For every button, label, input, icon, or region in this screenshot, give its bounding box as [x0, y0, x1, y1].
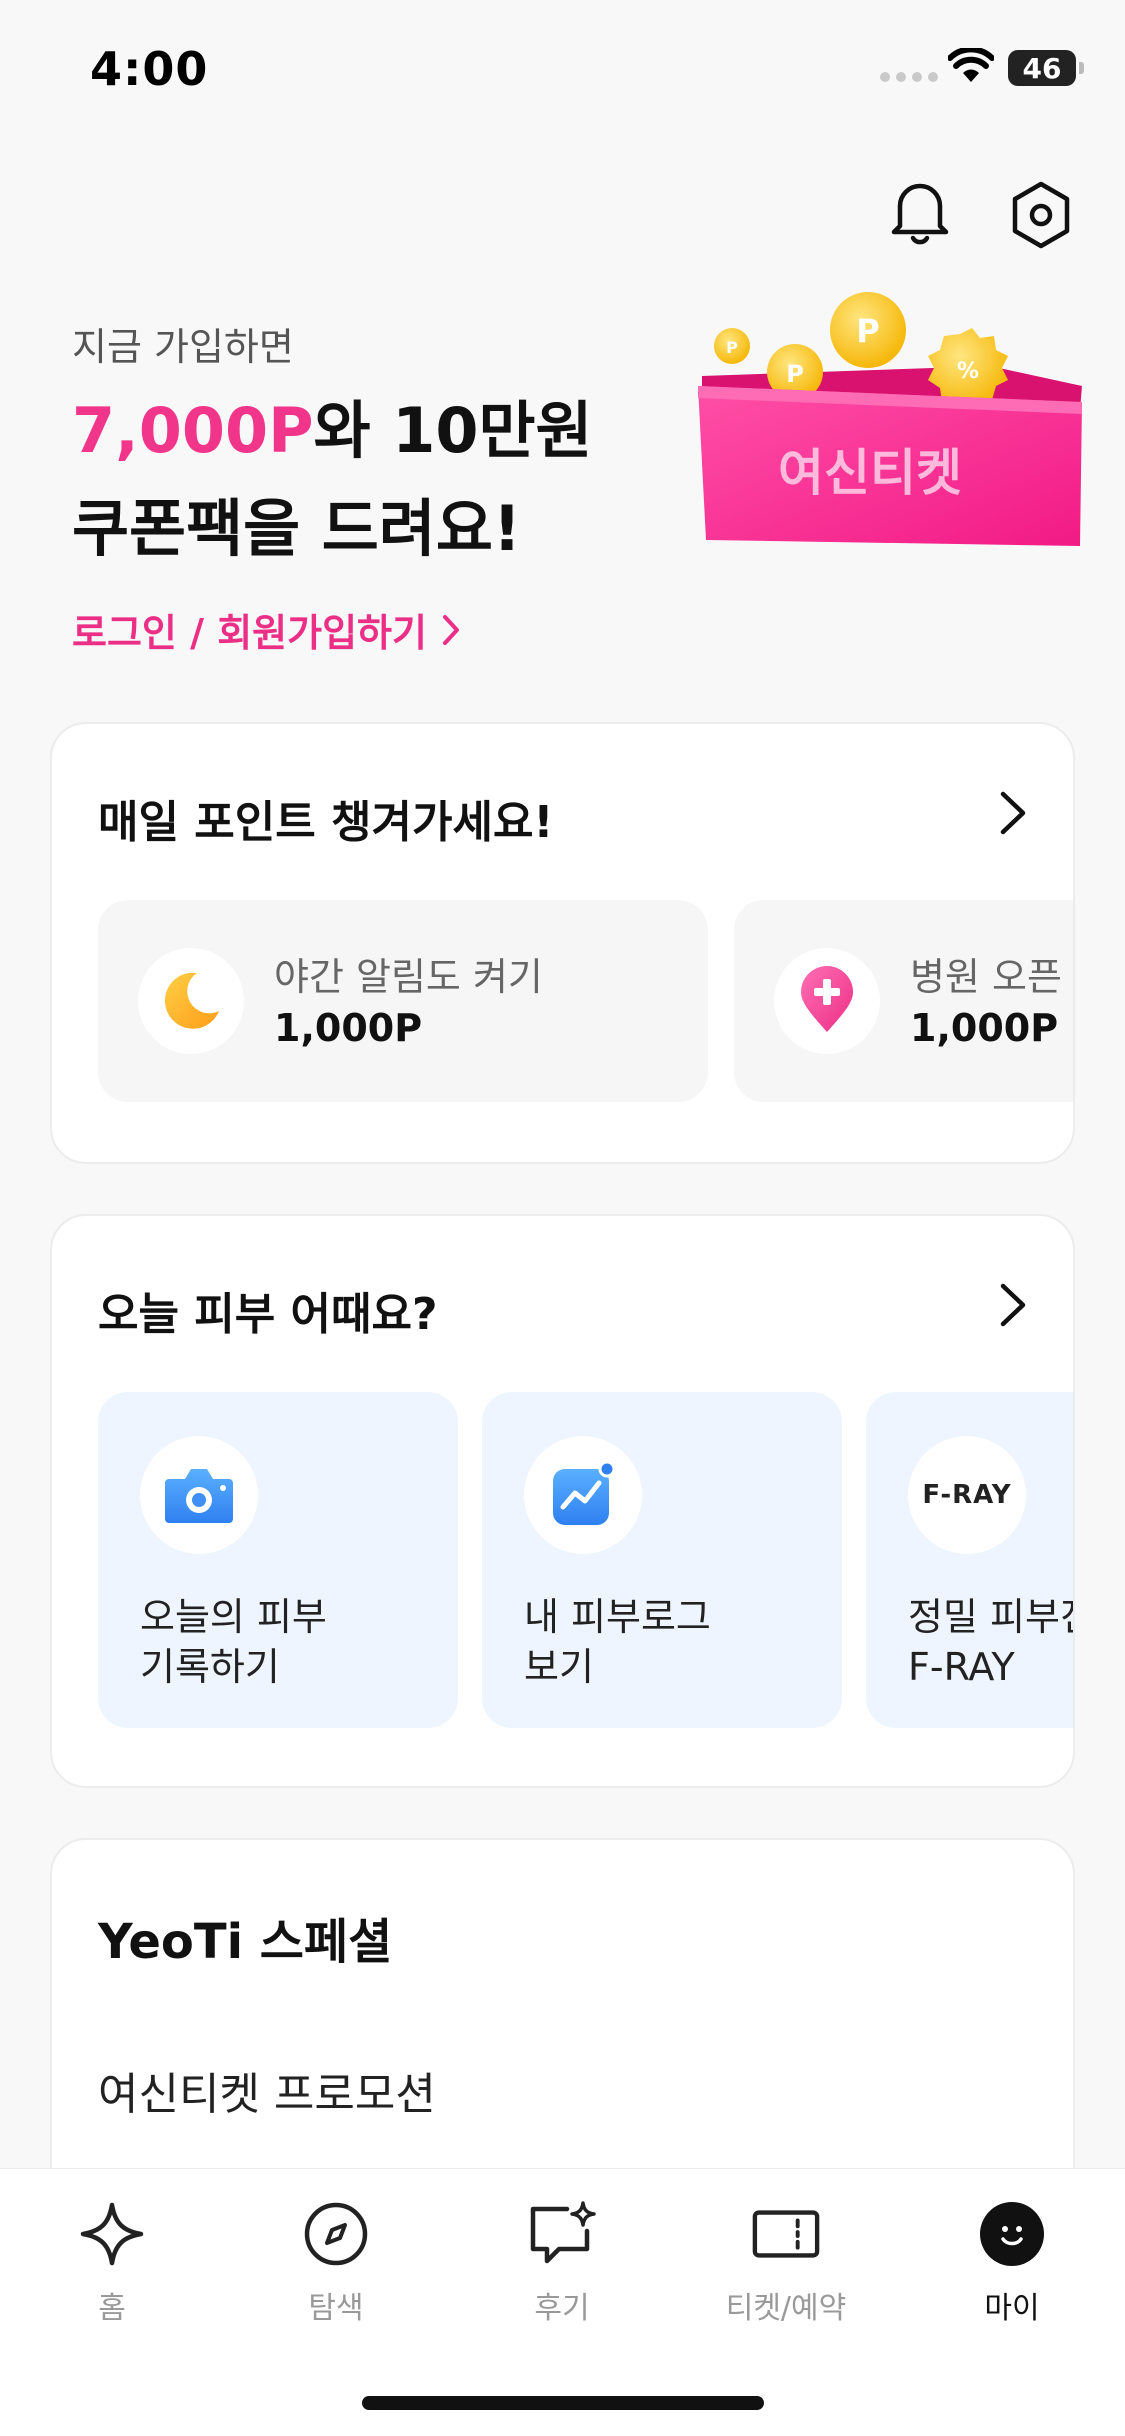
- login-signup-label: 로그인 / 회원가입하기: [72, 611, 427, 655]
- skin-today-title: 오늘 피부 어때요?: [98, 1289, 438, 1340]
- ticket-icon: [751, 2199, 821, 2269]
- tab-label: 후기: [534, 2291, 590, 2326]
- skin-today-card: 오늘 피부 어때요? 오늘의 피부 기록하기 내 피부로그 보기 F-RAY 정…: [50, 1214, 1075, 1788]
- battery-icon: 46: [1008, 50, 1084, 86]
- sparkle-icon: [77, 2199, 147, 2269]
- tab-label: 마이: [984, 2291, 1040, 2326]
- promo-headline-2: 쿠폰팩을 드려요!: [72, 492, 522, 565]
- moon-icon: [138, 948, 244, 1054]
- svg-text:%: %: [957, 359, 979, 384]
- bell-icon[interactable]: [886, 176, 954, 248]
- tab-reviews[interactable]: 후기: [472, 2199, 652, 2339]
- camera-icon: [140, 1436, 258, 1554]
- point-task-night-alert[interactable]: 야간 알림도 켜기 1,000P: [98, 900, 708, 1102]
- point-task-value: 1,000P: [910, 1006, 1059, 1050]
- promo-headline-1: 7,000P와 10만원: [72, 380, 593, 470]
- box-brand-text: 여신티켓: [778, 444, 962, 502]
- fray-logo-text: F-RAY: [922, 1480, 1012, 1510]
- skin-item-line2: F-RAY: [908, 1645, 1015, 1689]
- daily-points-title: 매일 포인트 챙겨가세요!: [98, 797, 554, 848]
- skin-item-line1: 내 피부로그: [524, 1595, 711, 1639]
- status-bar: 4:00 46: [0, 0, 1125, 140]
- skin-record-today[interactable]: 오늘의 피부 기록하기: [98, 1392, 458, 1728]
- profile-icon: [977, 2199, 1047, 2269]
- chart-icon: [524, 1436, 642, 1554]
- compass-icon: [301, 2199, 371, 2269]
- tab-label: 홈: [98, 2291, 126, 2326]
- point-task-hospital-open[interactable]: 병원 오픈 알 1,000P: [734, 900, 1073, 1102]
- skin-fray-diagnosis[interactable]: F-RAY 정밀 피부진 F-RAY: [866, 1392, 1073, 1728]
- promo-points-highlight: 7,000P: [72, 394, 314, 467]
- hospital-pin-icon: [774, 948, 880, 1054]
- skin-item-line1: 정밀 피부진: [908, 1595, 1073, 1639]
- chevron-right-icon: [442, 614, 459, 645]
- skin-item-line2: 기록하기: [140, 1645, 280, 1689]
- point-task-label: 야간 알림도 켜기: [274, 955, 543, 999]
- skin-item-line2: 보기: [524, 1645, 594, 1689]
- skin-item-text: 오늘의 피부 기록하기: [140, 1592, 327, 1692]
- tab-home[interactable]: 홈: [22, 2199, 202, 2339]
- cellular-signal-icon: [880, 72, 938, 82]
- review-icon: [527, 2199, 597, 2269]
- svg-text:P: P: [786, 360, 804, 388]
- skin-item-text: 정밀 피부진 F-RAY: [908, 1592, 1073, 1692]
- daily-points-card: 매일 포인트 챙겨가세요! 야간 알림도 켜기 1,000P 병원 오픈 알 1…: [50, 722, 1075, 1164]
- status-time: 4:00: [90, 42, 209, 96]
- tab-label: 탐색: [308, 2291, 364, 2326]
- svg-text:P: P: [856, 312, 879, 350]
- svg-text:P: P: [726, 338, 738, 357]
- skin-item-line1: 오늘의 피부: [140, 1595, 327, 1639]
- promo-subtitle: 지금 가입하면: [72, 325, 294, 369]
- point-task-label: 병원 오픈 알: [910, 955, 1073, 999]
- wifi-icon: [948, 48, 994, 82]
- chevron-right-icon[interactable]: [993, 1280, 1033, 1330]
- skin-item-text: 내 피부로그 보기: [524, 1592, 711, 1692]
- yeoti-special-title: YeoTi 스페셜: [98, 1914, 393, 1970]
- home-indicator: [362, 2396, 764, 2410]
- tab-explore[interactable]: 탐색: [246, 2199, 426, 2339]
- fray-logo: F-RAY: [908, 1436, 1026, 1554]
- settings-icon[interactable]: [1004, 178, 1078, 252]
- coupon-box-illustration: P P P % 여신티켓: [698, 292, 1082, 546]
- login-signup-link[interactable]: 로그인 / 회원가입하기: [72, 602, 461, 657]
- promotion-link[interactable]: 여신티켓 프로모션: [98, 2058, 436, 2122]
- tab-ticket-reservation[interactable]: 티켓/예약: [696, 2199, 876, 2339]
- promo-headline-1-rest: 와 10만원: [313, 394, 593, 467]
- point-task-value: 1,000P: [274, 1006, 423, 1050]
- tab-my[interactable]: 마이: [922, 2199, 1102, 2339]
- skin-log-view[interactable]: 내 피부로그 보기: [482, 1392, 842, 1728]
- chevron-right-icon[interactable]: [993, 788, 1033, 838]
- tab-label: 티켓/예약: [725, 2291, 847, 2326]
